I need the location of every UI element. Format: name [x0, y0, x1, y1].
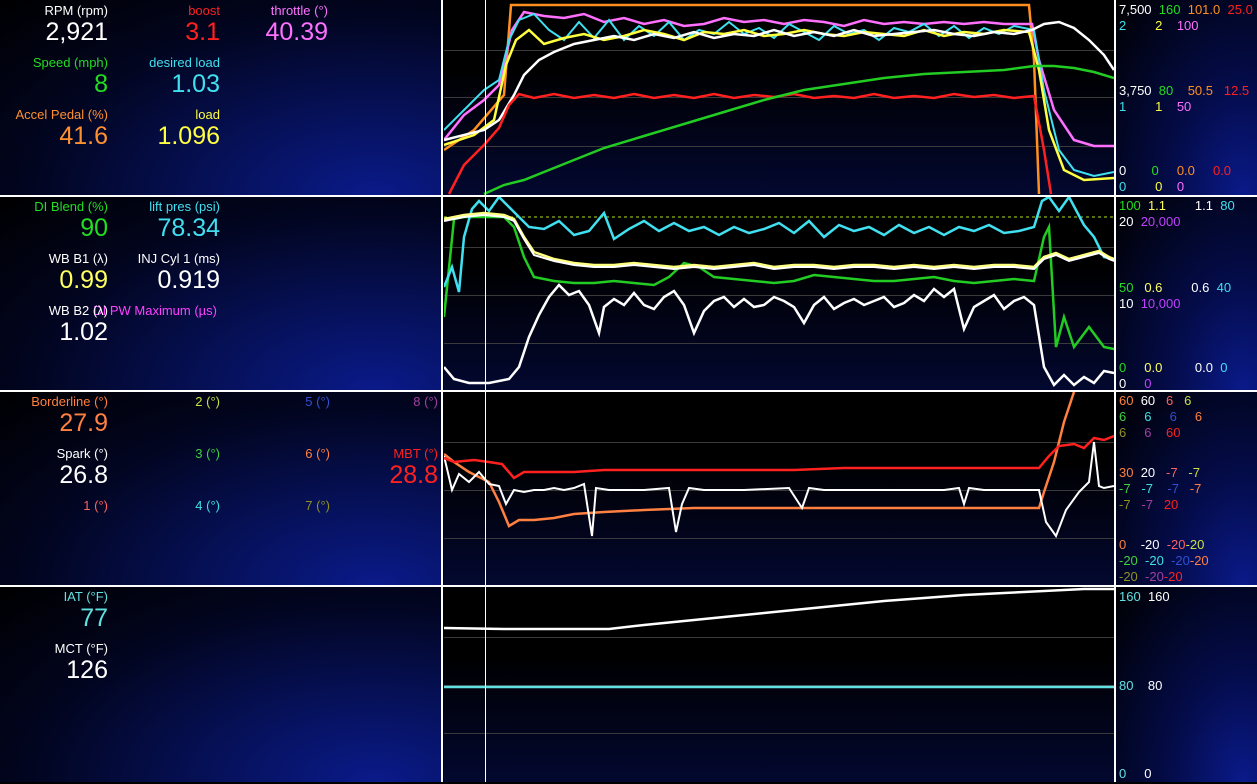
gauge-cyl8: 8 (°)	[338, 395, 438, 409]
gauge-mbt: MBT (°) 28.8	[338, 446, 438, 490]
gauge-boost: boost 3.1	[120, 3, 220, 47]
gauge-value: 28.8	[389, 461, 438, 489]
spark-traces	[444, 392, 1114, 539]
trace-boost	[447, 92, 1053, 195]
gauge-cyl3: 3 (°)	[120, 447, 220, 461]
gauge-label: RPM (rpm)	[44, 3, 108, 18]
engine-traces	[444, 3, 1114, 196]
gauge-label: 5 (°)	[305, 394, 330, 409]
gauge-label: load	[195, 107, 220, 122]
plot-temps[interactable]	[444, 587, 1114, 782]
gauge-label: Speed (mph)	[32, 55, 108, 70]
trace-load	[444, 28, 1114, 182]
gauge-label: 1 (°)	[83, 498, 108, 513]
gauge-value: 3.1	[185, 18, 220, 46]
temps-traces	[444, 587, 1114, 689]
gauge-label: WB B1 (λ)	[48, 251, 108, 266]
gauge-mct: MCT (°F) 126	[10, 641, 108, 685]
gauge-value: 27.9	[59, 409, 108, 437]
trace-speed	[483, 64, 1114, 196]
panel-spark: Borderline (°) 27.9 2 (°) 5 (°) 8 (°) Sp…	[0, 390, 1257, 586]
gauge-cyl5: 5 (°)	[230, 395, 330, 409]
gauge-area-fuel: DI Blend (%) 90 lift pres (psi) 78.34 WB…	[0, 197, 443, 391]
gauge-value: 26.8	[59, 461, 108, 489]
gauge-spark: Spark (°) 26.8	[10, 446, 108, 490]
gauge-lift-pres: lift pres (psi) 78.34	[120, 199, 220, 243]
scale-temps: 160 160 80 80 0 0	[1114, 587, 1257, 782]
scale-fuel: 100 1.1 1.1 80 20 20,000 50 0.6 0.6 40 1…	[1114, 197, 1257, 391]
gauge-label: desired load	[149, 55, 220, 70]
gauge-label: MCT (°F)	[54, 641, 108, 656]
trace-spark	[444, 441, 1114, 539]
trace-mct	[444, 587, 1114, 631]
gauge-label: 3 (°)	[195, 446, 220, 461]
gauge-label: WB B2 (λ)	[48, 303, 108, 318]
gauge-value: 1.096	[157, 122, 220, 150]
trace-inj-cyl1	[444, 283, 1114, 388]
gauge-label: DI Blend (%)	[34, 199, 108, 214]
gauge-area-engine: RPM (rpm) 2,921 boost 3.1 throttle (°) 4…	[0, 0, 443, 196]
gauge-value: 2,921	[45, 18, 108, 46]
gauge-label: boost	[188, 3, 220, 18]
trace-mbt	[444, 434, 1114, 480]
gauge-value: 77	[80, 604, 108, 632]
gauge-label: 4 (°)	[195, 498, 220, 513]
gauge-wb-b2: WB B2 (λ) 1.02	[10, 303, 108, 347]
gauge-label: 6 (°)	[305, 446, 330, 461]
panel-fuel: DI Blend (%) 90 lift pres (psi) 78.34 WB…	[0, 195, 1257, 391]
gauge-area-spark: Borderline (°) 27.9 2 (°) 5 (°) 8 (°) Sp…	[0, 392, 443, 586]
gauge-value: 0.99	[59, 266, 108, 294]
gauge-cyl7: 7 (°)	[230, 499, 330, 513]
gauge-label: IAT (°F)	[63, 589, 108, 604]
gauge-label: Accel Pedal (%)	[15, 107, 108, 122]
gauge-label: INJ Cyl 1 (ms)	[137, 251, 220, 266]
gauge-rpm: RPM (rpm) 2,921	[10, 3, 108, 47]
gauge-desired-load: desired load 1.03	[120, 55, 220, 99]
gauge-speed: Speed (mph) 8	[10, 55, 108, 99]
trace-di-blend	[444, 215, 1114, 351]
scale-engine: 7,500 160 101.0 25.0 2 2 100 3,750 80 50…	[1114, 0, 1257, 196]
fuel-traces	[444, 197, 1114, 388]
plot-spark[interactable]	[444, 392, 1114, 586]
time-cursor[interactable]	[485, 0, 486, 782]
plot-engine[interactable]	[444, 0, 1114, 196]
trace-lift-pres	[444, 197, 1114, 293]
panel-temps: IAT (°F) 77 MCT (°F) 126 160 160 80 80 0…	[0, 585, 1257, 782]
trace-borderline	[444, 392, 1076, 528]
gauge-wb-b1: WB B1 (λ) 0.99	[10, 251, 108, 295]
trace-rpm	[444, 20, 1114, 142]
gauge-di-blend: DI Blend (%) 90	[10, 199, 108, 243]
gauge-cyl2: 2 (°)	[120, 395, 220, 409]
gauge-area-temps: IAT (°F) 77 MCT (°F) 126	[0, 587, 443, 782]
gauge-borderline: Borderline (°) 27.9	[10, 394, 108, 438]
gauge-value: 8	[94, 70, 108, 98]
gauge-value: 126	[66, 656, 108, 684]
gauge-accel-pedal: Accel Pedal (%) 41.6	[4, 107, 108, 151]
gauge-label: lift pres (psi)	[149, 199, 220, 214]
gauge-label: MBT (°)	[393, 446, 438, 461]
gauge-label: Spark (°)	[56, 446, 108, 461]
gauge-cyl1: 1 (°)	[10, 499, 108, 513]
gauge-value: 1.03	[171, 70, 220, 98]
gauge-cyl4: 4 (°)	[120, 499, 220, 513]
plot-fuel[interactable]	[444, 197, 1114, 391]
gauge-label: 8 (°)	[413, 394, 438, 409]
gauge-iat: IAT (°F) 77	[10, 589, 108, 633]
gauge-value: 0.919	[157, 266, 220, 294]
gauge-value: 78.34	[157, 214, 220, 242]
gauge-load: load 1.096	[120, 107, 220, 151]
gauge-value: 1.02	[59, 318, 108, 346]
gauge-value: 90	[80, 214, 108, 242]
gauge-label: 2 (°)	[195, 394, 220, 409]
panel-engine: RPM (rpm) 2,921 boost 3.1 throttle (°) 4…	[0, 0, 1257, 196]
gauge-value: 40.39	[265, 18, 328, 46]
gauge-value: 41.6	[59, 122, 108, 150]
gauge-label: throttle (°)	[270, 3, 328, 18]
gauge-label: Borderline (°)	[31, 394, 108, 409]
gauge-cyl6: 6 (°)	[230, 447, 330, 461]
gauge-label: 7 (°)	[305, 498, 330, 513]
scale-spark: 60 60 6 6 6 6 6 6 6 6 60 30 20 -7 -7 -7 …	[1114, 392, 1257, 586]
gauge-throttle: throttle (°) 40.39	[228, 3, 328, 47]
gauge-inj-cyl1: INJ Cyl 1 (ms) 0.919	[120, 251, 220, 295]
